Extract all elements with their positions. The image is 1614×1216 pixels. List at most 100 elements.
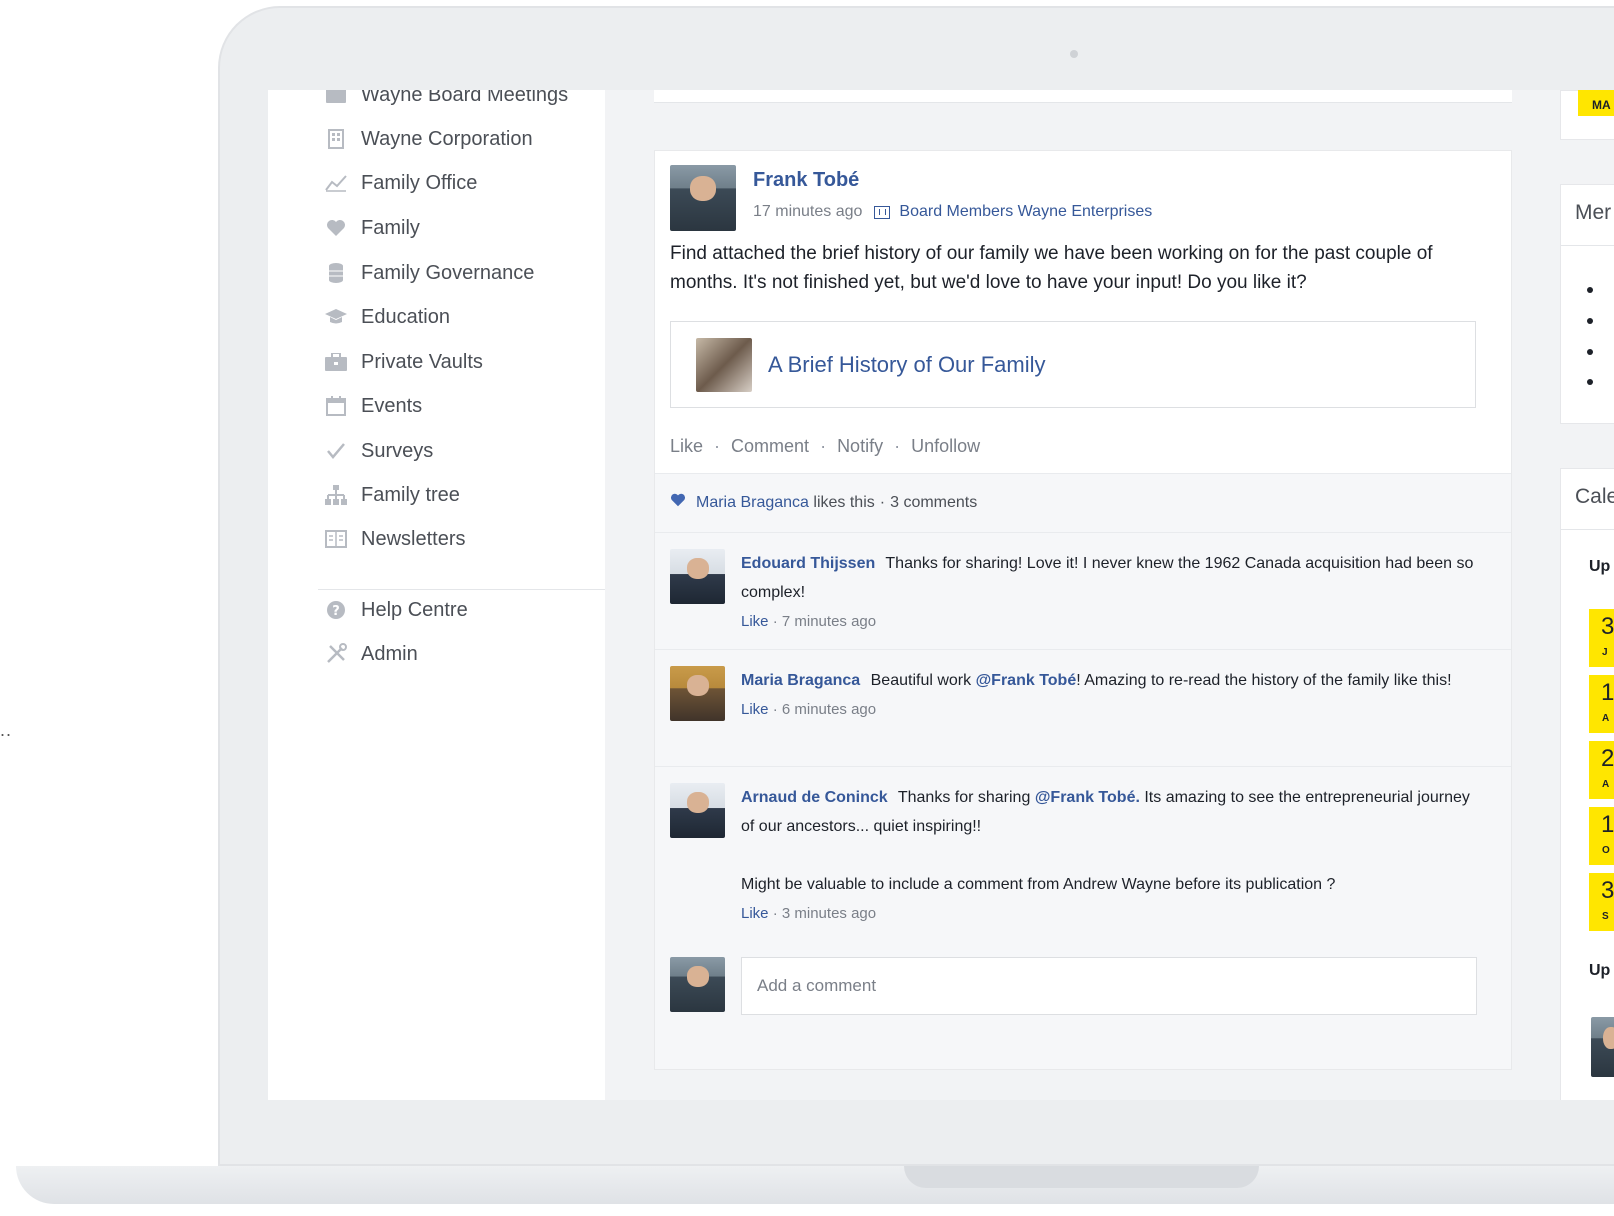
calendar-icon bbox=[325, 395, 347, 417]
sidebar-item-label: Help Centre bbox=[361, 598, 468, 621]
like-action[interactable]: Like bbox=[670, 436, 703, 457]
upcoming-label: Up bbox=[1589, 558, 1611, 575]
comment-like-link[interactable]: Like bbox=[741, 701, 769, 718]
comment-action[interactable]: Comment bbox=[731, 436, 809, 457]
separator: · bbox=[879, 493, 886, 511]
comment-meta: Like · 3 minutes ago bbox=[741, 905, 877, 922]
liker-name[interactable]: Maria Braganca bbox=[696, 494, 809, 512]
comment-like-link[interactable]: Like bbox=[741, 613, 769, 630]
event-day: 1 bbox=[1601, 811, 1614, 838]
author-avatar[interactable] bbox=[670, 165, 736, 231]
camera-dot bbox=[1070, 50, 1078, 58]
comments-count[interactable]: 3 comments bbox=[890, 494, 977, 512]
database-icon bbox=[325, 262, 347, 284]
comment-input[interactable] bbox=[741, 957, 1477, 1015]
comment-author[interactable]: Arnaud de Coninck bbox=[741, 789, 888, 806]
separator: · bbox=[820, 436, 827, 456]
event-month: A bbox=[1602, 713, 1610, 724]
comment-avatar[interactable] bbox=[670, 549, 725, 604]
comment-author[interactable]: Maria Braganca bbox=[741, 672, 860, 689]
sidebar-item-label: Wayne Board Meetings bbox=[361, 90, 569, 106]
comment-item: Edouard Thijssen Thanks for sharing! Lov… bbox=[655, 533, 1511, 650]
members-card: Mer bbox=[1560, 184, 1614, 424]
event-month: O bbox=[1602, 845, 1610, 856]
sidebar-item-family-tree[interactable]: Family tree bbox=[325, 479, 460, 511]
separator: · bbox=[894, 436, 901, 456]
sidebar-item-family-office[interactable]: Family Office bbox=[325, 167, 477, 199]
upcoming-label: Up bbox=[1589, 962, 1611, 979]
group-icon bbox=[874, 205, 891, 219]
sidebar-item-education[interactable]: Education bbox=[325, 301, 450, 333]
attachment-title[interactable]: A Brief History of Our Family bbox=[768, 352, 1046, 378]
attachment-card[interactable]: A Brief History of Our Family bbox=[670, 321, 1476, 408]
event-date-tile[interactable]: 2 A bbox=[1589, 741, 1614, 799]
post-group-link[interactable]: Board Members Wayne Enterprises bbox=[899, 203, 1152, 221]
comment-spacer bbox=[741, 841, 1481, 870]
sidebar-item-newsletters[interactable]: Newsletters bbox=[325, 523, 465, 555]
building-icon bbox=[325, 128, 347, 150]
members-title: Mer bbox=[1575, 201, 1612, 224]
notify-action[interactable]: Notify bbox=[837, 436, 883, 457]
event-date-tile[interactable]: 3 S bbox=[1589, 873, 1614, 931]
list-bullet bbox=[1587, 287, 1593, 293]
comment-text-second: Might be valuable to include a comment f… bbox=[741, 876, 1336, 893]
comment-author[interactable]: Edouard Thijssen bbox=[741, 555, 875, 572]
comment-meta: Like · 7 minutes ago bbox=[741, 613, 877, 630]
post-author[interactable]: Frank Tobé bbox=[753, 169, 859, 192]
comment-composer bbox=[655, 941, 1511, 1069]
current-user-avatar bbox=[670, 957, 725, 1012]
sidebar-item-label: Private Vaults bbox=[361, 350, 483, 373]
comment-mention[interactable]: @Frank Tobé. bbox=[1035, 789, 1140, 806]
event-date-tile[interactable]: 1 A bbox=[1589, 675, 1614, 733]
sidebar-item-private-vaults[interactable]: Private Vaults bbox=[325, 346, 483, 378]
comment-like-link[interactable]: Like bbox=[741, 905, 769, 922]
tools-icon bbox=[325, 643, 347, 665]
comment-time: 7 minutes ago bbox=[781, 613, 877, 630]
calendar-card: Cale Up 3 J 1 A 2 A 1 O 3 S Up bbox=[1560, 468, 1614, 1100]
comment-item: Arnaud de Coninck Thanks for sharing @Fr… bbox=[655, 767, 1511, 941]
sidebar-item-family-governance[interactable]: Family Governance bbox=[325, 257, 534, 289]
app-screen: Wayne Board Meetings Wayne Corporation F… bbox=[268, 90, 1614, 1100]
sidebar-item-help-centre[interactable]: ? Help Centre bbox=[325, 594, 468, 626]
briefcase-icon bbox=[325, 351, 347, 373]
comment-text: ! Amazing to re-read the history of the … bbox=[1076, 672, 1452, 689]
comment-avatar[interactable] bbox=[670, 666, 725, 721]
card-divider bbox=[1561, 245, 1614, 246]
checkmark-icon bbox=[325, 440, 347, 462]
event-date-tile[interactable]: 3 J bbox=[1589, 609, 1614, 667]
sidebar-item-wayne-board-meetings[interactable]: Wayne Board Meetings bbox=[325, 90, 568, 111]
sidebar-item-label: Education bbox=[361, 305, 450, 328]
sidebar-item-wayne-corporation[interactable]: Wayne Corporation bbox=[325, 123, 533, 155]
post-actions: Like · Comment · Notify · Unfollow bbox=[670, 436, 980, 457]
attachment-thumbnail bbox=[696, 338, 752, 392]
likes-suffix: likes this bbox=[813, 493, 875, 511]
sidebar-divider bbox=[318, 589, 605, 590]
sidebar-item-surveys[interactable]: Surveys bbox=[325, 435, 433, 467]
person-avatar[interactable] bbox=[1591, 1017, 1614, 1077]
date-badge-label: MA bbox=[1592, 98, 1611, 112]
sidebar-item-label: Newsletters bbox=[361, 527, 466, 550]
comment-time: 3 minutes ago bbox=[781, 905, 877, 922]
event-day: 3 bbox=[1601, 877, 1614, 904]
event-date-tile[interactable]: 1 O bbox=[1589, 807, 1614, 865]
comment-mention[interactable]: @Frank Tobé bbox=[976, 672, 1077, 689]
sidebar-item-family[interactable]: Family bbox=[325, 212, 420, 244]
event-day: 1 bbox=[1601, 679, 1614, 706]
sidebar-item-admin[interactable]: Admin bbox=[325, 638, 418, 670]
laptop-base bbox=[16, 1166, 1614, 1216]
sidebar-item-events[interactable]: Events bbox=[325, 390, 422, 422]
comment-text: Beautiful work bbox=[870, 672, 972, 689]
event-month: J bbox=[1602, 647, 1608, 658]
sidebar: Wayne Board Meetings Wayne Corporation F… bbox=[268, 90, 605, 1100]
event-month: A bbox=[1602, 779, 1610, 790]
post-time[interactable]: 17 minutes ago bbox=[753, 203, 862, 221]
comment-avatar[interactable] bbox=[670, 783, 725, 838]
laptop-base-bar bbox=[16, 1166, 1614, 1204]
comment-time: 6 minutes ago bbox=[781, 701, 877, 718]
unfollow-action[interactable]: Unfollow bbox=[911, 436, 980, 457]
question-icon: ? bbox=[325, 599, 347, 621]
sidebar-item-label: Family Office bbox=[361, 171, 478, 194]
post-card: Frank Tobé 17 minutes ago Board Members … bbox=[654, 150, 1512, 1070]
chart-line-icon bbox=[325, 172, 347, 194]
separator: · bbox=[714, 436, 721, 456]
